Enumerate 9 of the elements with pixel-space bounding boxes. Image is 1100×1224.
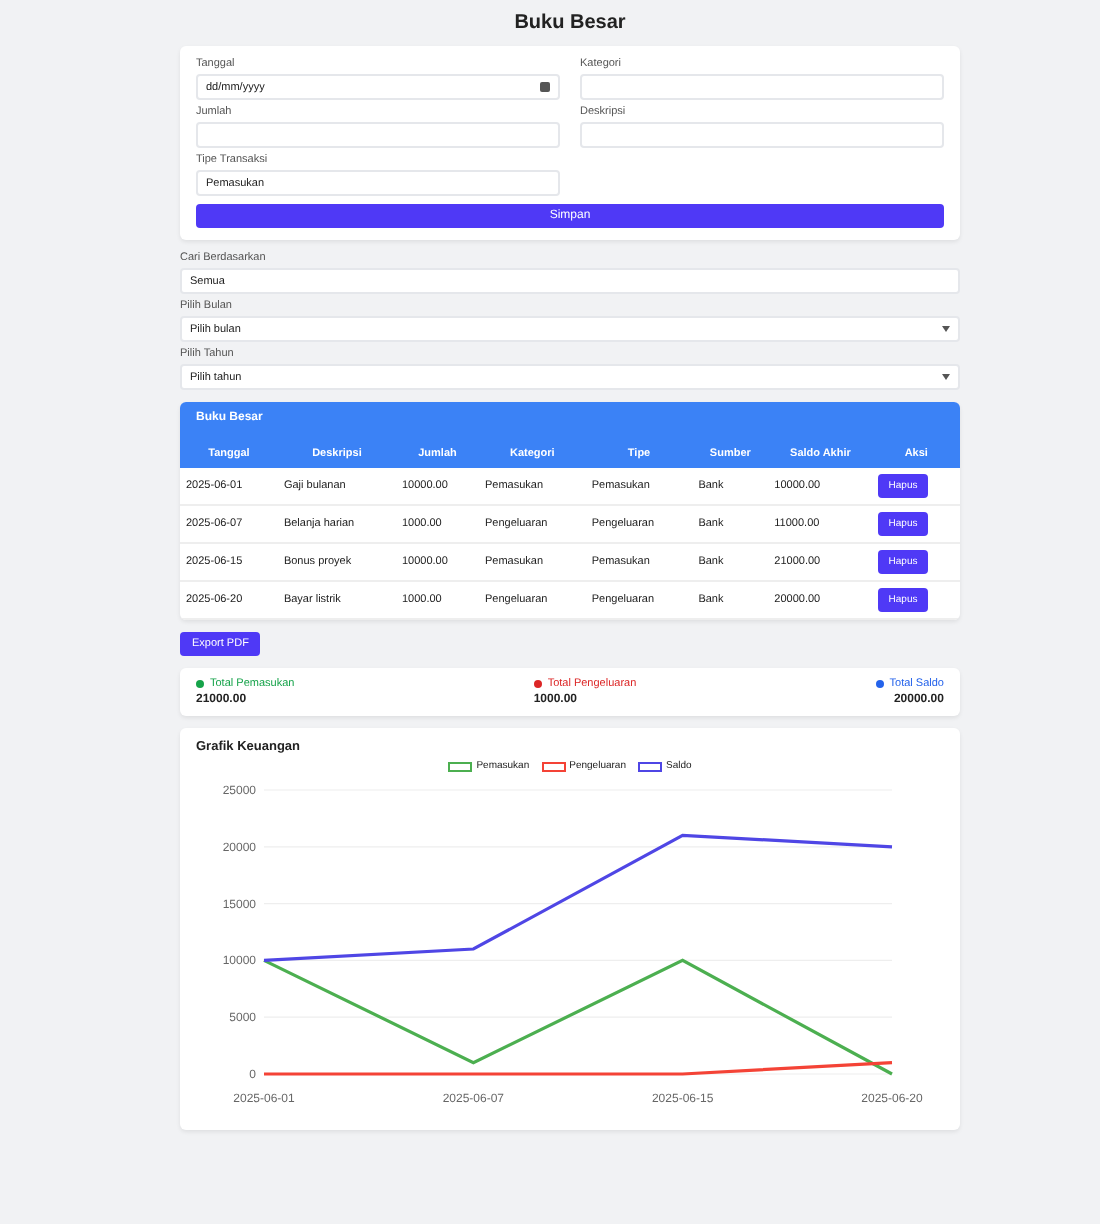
legend-swatch — [541, 761, 566, 771]
caret-icon — [942, 374, 950, 380]
legend-swatch — [637, 761, 662, 771]
input-field[interactable] — [580, 74, 944, 100]
input-field[interactable] — [580, 122, 944, 148]
caret-icon — [942, 326, 950, 332]
page-title: Buku Besar — [512, 12, 628, 34]
legend-swatch — [448, 761, 473, 771]
input-field[interactable] — [196, 122, 560, 148]
